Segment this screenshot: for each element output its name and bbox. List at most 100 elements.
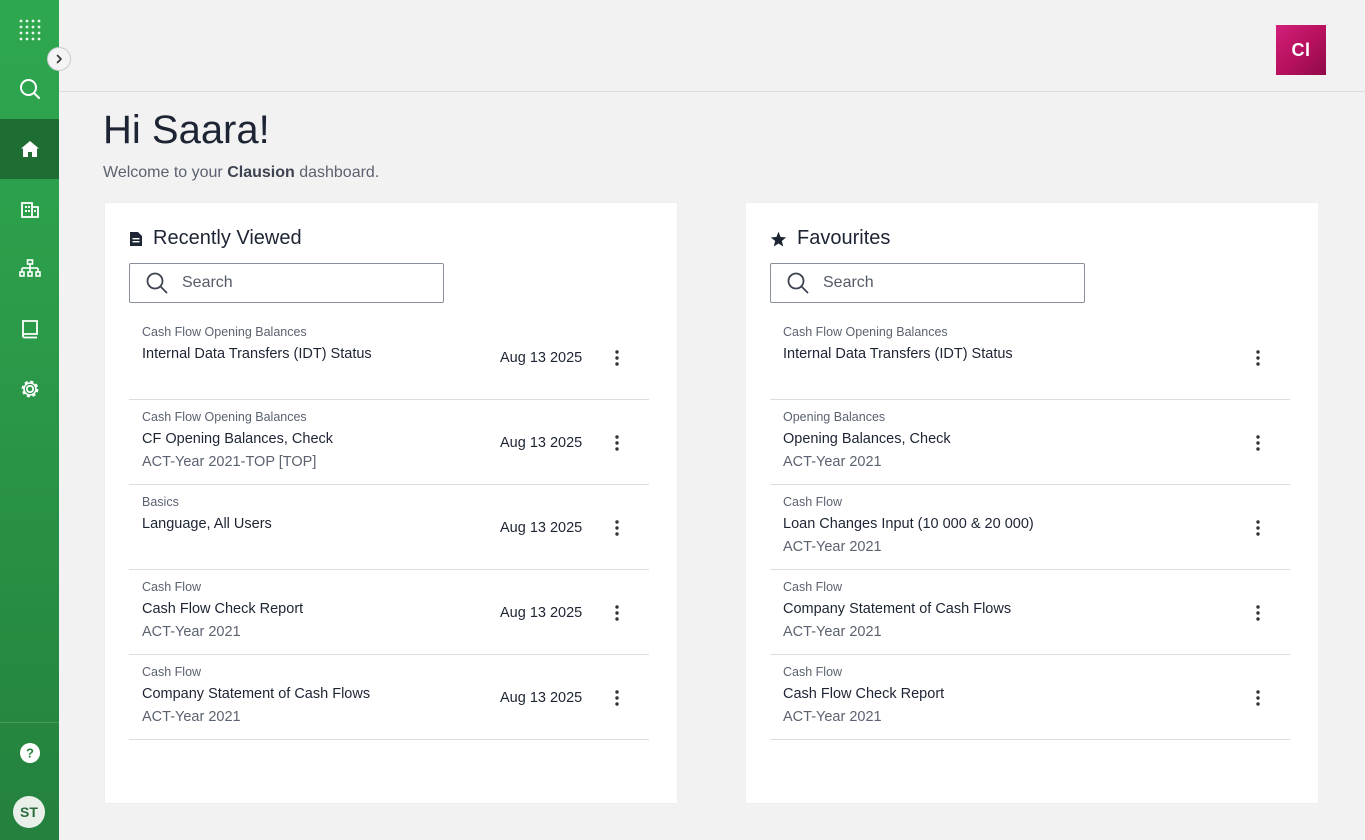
favourites-list: Cash Flow Opening Balances Internal Data…: [770, 315, 1290, 740]
kebab-menu-icon: [1256, 605, 1260, 621]
item-category: Cash Flow: [142, 580, 202, 594]
item-category: Cash Flow Opening Balances: [783, 325, 948, 339]
list-item[interactable]: Basics Language, All Users Aug 13 2025: [129, 485, 649, 570]
item-subtitle: ACT-Year 2021-TOP [TOP]: [142, 454, 317, 470]
list-item[interactable]: Cash Flow Cash Flow Check Report ACT-Yea…: [770, 655, 1290, 740]
item-title: Loan Changes Input (10 000 & 20 000): [783, 516, 1034, 532]
kebab-menu-icon: [1256, 690, 1260, 706]
search-icon: [787, 272, 809, 294]
kebab-menu-icon: [615, 605, 619, 621]
favourites-title: Favourites: [797, 227, 891, 249]
brand-logo[interactable]: Cl: [1276, 25, 1326, 75]
list-item[interactable]: Cash Flow Opening Balances CF Opening Ba…: [129, 400, 649, 485]
item-title: Company Statement of Cash Flows: [142, 686, 371, 702]
item-title: Company Statement of Cash Flows: [783, 601, 1012, 617]
more-options-button[interactable]: [1248, 345, 1268, 371]
recently-viewed-title: Recently Viewed: [153, 227, 302, 249]
brand-name: Clausion: [227, 164, 295, 181]
search-icon: [146, 272, 168, 294]
more-options-button[interactable]: [1248, 515, 1268, 541]
more-options-button[interactable]: [1248, 600, 1268, 626]
kebab-menu-icon: [1256, 350, 1260, 366]
chevron-right-icon: [56, 54, 62, 64]
page-title: Hi Saara!: [103, 108, 270, 152]
home-icon: [20, 141, 39, 157]
item-date: Aug 13 2025: [500, 435, 583, 451]
recently-viewed-list: Cash Flow Opening Balances Internal Data…: [129, 315, 649, 740]
list-item[interactable]: Cash Flow Opening Balances Internal Data…: [770, 315, 1290, 400]
recently-viewed-header: Recently Viewed: [129, 227, 302, 250]
item-date: Aug 13 2025: [500, 520, 583, 536]
more-options-button[interactable]: [1248, 430, 1268, 456]
item-category: Cash Flow: [783, 665, 843, 679]
kebab-menu-icon: [615, 690, 619, 706]
item-title: Internal Data Transfers (IDT) Status: [783, 346, 1013, 362]
apps-grid-icon: [19, 19, 40, 41]
item-date: Aug 13 2025: [500, 605, 583, 621]
kebab-menu-icon: [1256, 520, 1260, 536]
sidebar-item-structure[interactable]: [0, 239, 59, 299]
top-bar: Cl: [59, 0, 1365, 92]
more-options-button[interactable]: [607, 430, 627, 456]
help-icon: ?: [19, 743, 40, 763]
more-options-button[interactable]: [607, 515, 627, 541]
search-icon: [19, 79, 40, 99]
sidebar-item-settings[interactable]: [0, 359, 59, 419]
sidebar-item-help[interactable]: ?: [0, 723, 59, 783]
item-title: Opening Balances, Check: [783, 431, 951, 447]
list-item[interactable]: Cash Flow Opening Balances Internal Data…: [129, 315, 649, 400]
favourites-header: Favourites: [770, 227, 890, 250]
item-title: Cash Flow Check Report: [783, 686, 945, 702]
sidebar-item-reports[interactable]: [0, 299, 59, 359]
item-title: Cash Flow Check Report: [142, 601, 304, 617]
item-date: Aug 13 2025: [500, 350, 583, 366]
hierarchy-icon: [18, 259, 41, 277]
item-title: CF Opening Balances, Check: [142, 431, 334, 447]
more-options-button[interactable]: [607, 345, 627, 371]
recently-viewed-search-input[interactable]: Search: [129, 263, 444, 303]
sidebar-item-home[interactable]: [0, 119, 59, 179]
sidebar: ? ST: [0, 0, 59, 840]
item-category: Basics: [142, 495, 179, 509]
svg-text:?: ?: [26, 746, 34, 761]
list-item[interactable]: Cash Flow Company Statement of Cash Flow…: [770, 570, 1290, 655]
item-title: Internal Data Transfers (IDT) Status: [142, 346, 372, 362]
document-icon: [130, 231, 142, 246]
item-subtitle: ACT-Year 2021: [142, 624, 241, 640]
list-item[interactable]: Cash Flow Cash Flow Check Report ACT-Yea…: [129, 570, 649, 655]
avatar[interactable]: ST: [13, 796, 45, 828]
item-date: Aug 13 2025: [500, 690, 583, 706]
gear-icon: [21, 380, 38, 398]
kebab-menu-icon: [615, 435, 619, 451]
search-placeholder: Search: [182, 274, 233, 291]
favourites-search-input[interactable]: Search: [770, 263, 1085, 303]
item-category: Cash Flow Opening Balances: [142, 410, 307, 424]
item-subtitle: ACT-Year 2021: [783, 539, 882, 555]
kebab-menu-icon: [615, 520, 619, 536]
kebab-menu-icon: [1256, 435, 1260, 451]
building-icon: [20, 202, 39, 218]
kebab-menu-icon: [615, 350, 619, 366]
list-item[interactable]: Opening Balances Opening Balances, Check…: [770, 400, 1290, 485]
item-category: Cash Flow: [783, 580, 843, 594]
welcome-text: Welcome to your Clausion dashboard.: [103, 164, 380, 181]
recently-viewed-card: Recently Viewed Search Cash Flow Opening…: [105, 203, 677, 803]
sidebar-expand-button[interactable]: [47, 47, 71, 71]
item-category: Cash Flow: [783, 495, 843, 509]
favourites-card: Favourites Search Cash Flow Opening Bala…: [746, 203, 1318, 803]
item-title: Language, All Users: [142, 516, 272, 532]
item-subtitle: ACT-Year 2021: [783, 709, 882, 725]
star-icon: [770, 231, 787, 246]
list-item[interactable]: Cash Flow Loan Changes Input (10 000 & 2…: [770, 485, 1290, 570]
item-category: Opening Balances: [783, 410, 886, 424]
list-item[interactable]: Cash Flow Company Statement of Cash Flow…: [129, 655, 649, 740]
item-subtitle: ACT-Year 2021: [142, 709, 241, 725]
item-category: Cash Flow Opening Balances: [142, 325, 307, 339]
more-options-button[interactable]: [607, 600, 627, 626]
sidebar-item-companies[interactable]: [0, 179, 59, 239]
more-options-button[interactable]: [607, 685, 627, 711]
book-icon: [21, 320, 38, 339]
more-options-button[interactable]: [1248, 685, 1268, 711]
item-subtitle: ACT-Year 2021: [783, 624, 882, 640]
item-subtitle: ACT-Year 2021: [783, 454, 882, 470]
